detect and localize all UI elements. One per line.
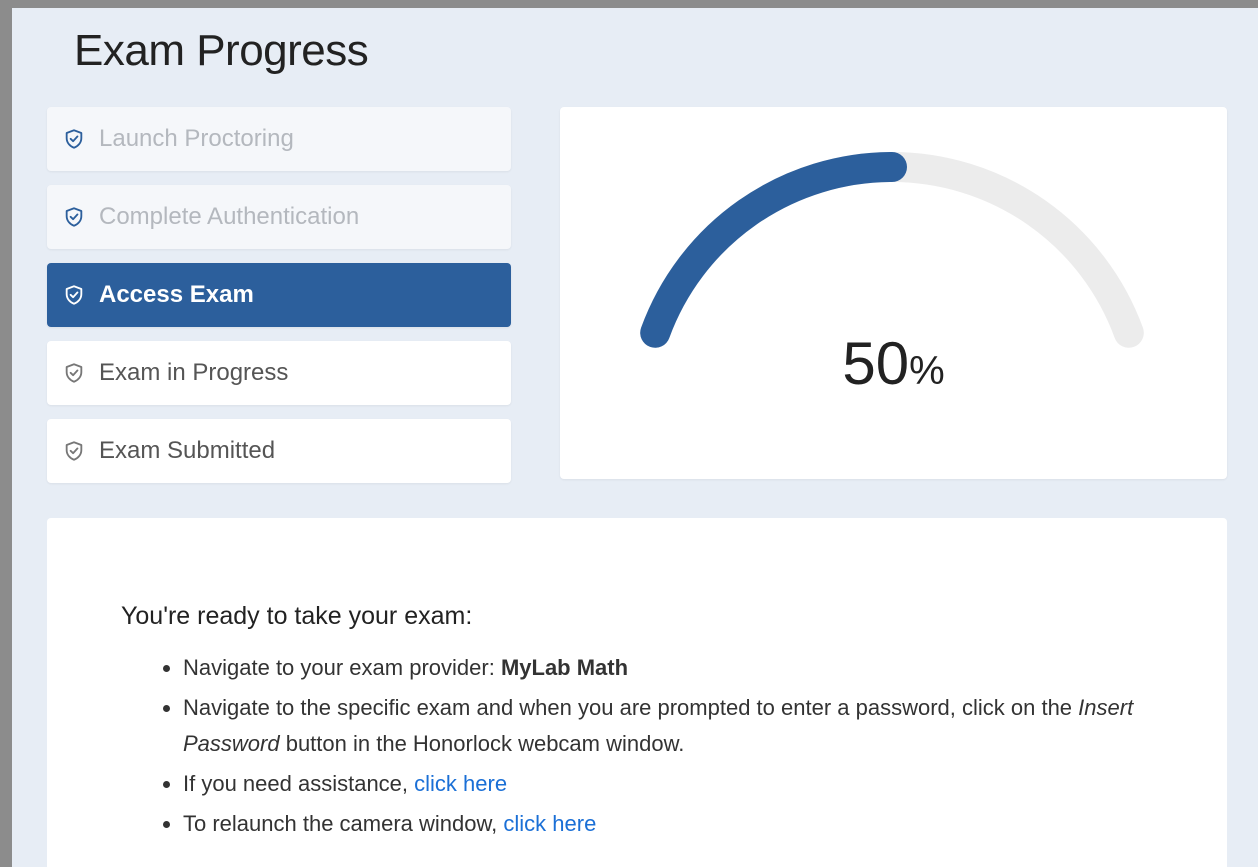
progress-gauge — [640, 152, 1144, 348]
gauge-fill — [640, 152, 907, 348]
instructions-list: Navigate to your exam provider: MyLab Ma… — [121, 650, 1143, 846]
shield-check-icon — [63, 128, 85, 150]
step-exam-submitted[interactable]: Exam Submitted — [47, 419, 511, 483]
progress-gauge-card: 50% — [560, 107, 1227, 479]
step-label: Complete Authentication — [99, 203, 360, 230]
progress-number: 50 — [842, 330, 910, 397]
shield-check-icon — [63, 440, 85, 462]
instruction-item: Navigate to your exam provider: MyLab Ma… — [183, 650, 1143, 686]
instruction-text: Navigate to your exam provider: — [183, 655, 501, 680]
progress-suffix: % — [909, 349, 945, 393]
step-label: Access Exam — [99, 281, 254, 308]
instruction-item: If you need assistance, click here — [183, 766, 1143, 802]
gauge-track — [640, 152, 1144, 348]
exam-provider-name: MyLab Math — [500, 655, 629, 680]
instruction-text: If you need assistance, — [183, 771, 415, 796]
step-launch-proctoring[interactable]: Launch Proctoring — [47, 107, 511, 171]
assistance-link[interactable]: click here — [414, 771, 507, 796]
step-label: Exam Submitted — [99, 437, 276, 464]
step-label: Exam in Progress — [99, 359, 289, 386]
instruction-item: Navigate to the specific exam and when y… — [183, 690, 1143, 762]
exam-progress-panel: Exam Progress Launch Proctoring Complete… — [12, 8, 1258, 867]
shield-check-icon — [63, 284, 85, 306]
step-label: Launch Proctoring — [99, 125, 294, 152]
instructions-heading: You're ready to take your exam: — [121, 602, 473, 630]
instruction-text: button in the Honorlock webcam window. — [279, 731, 685, 756]
instruction-text: To relaunch the camera window, — [183, 811, 504, 836]
shield-check-icon — [63, 362, 85, 384]
shield-check-icon — [63, 206, 85, 228]
relaunch-camera-link[interactable]: click here — [503, 811, 596, 836]
step-list: Launch Proctoring Complete Authenticatio… — [47, 107, 511, 497]
exam-instructions-card: You're ready to take your exam: Navigate… — [47, 518, 1227, 867]
step-exam-in-progress[interactable]: Exam in Progress — [47, 341, 511, 405]
page-title: Exam Progress — [74, 26, 369, 75]
instruction-text: Navigate to the specific exam and when y… — [183, 695, 1079, 720]
step-access-exam[interactable]: Access Exam — [47, 263, 511, 327]
instruction-item: To relaunch the camera window, click her… — [183, 806, 1143, 842]
progress-percent: 50% — [560, 329, 1227, 398]
step-complete-authentication[interactable]: Complete Authentication — [47, 185, 511, 249]
